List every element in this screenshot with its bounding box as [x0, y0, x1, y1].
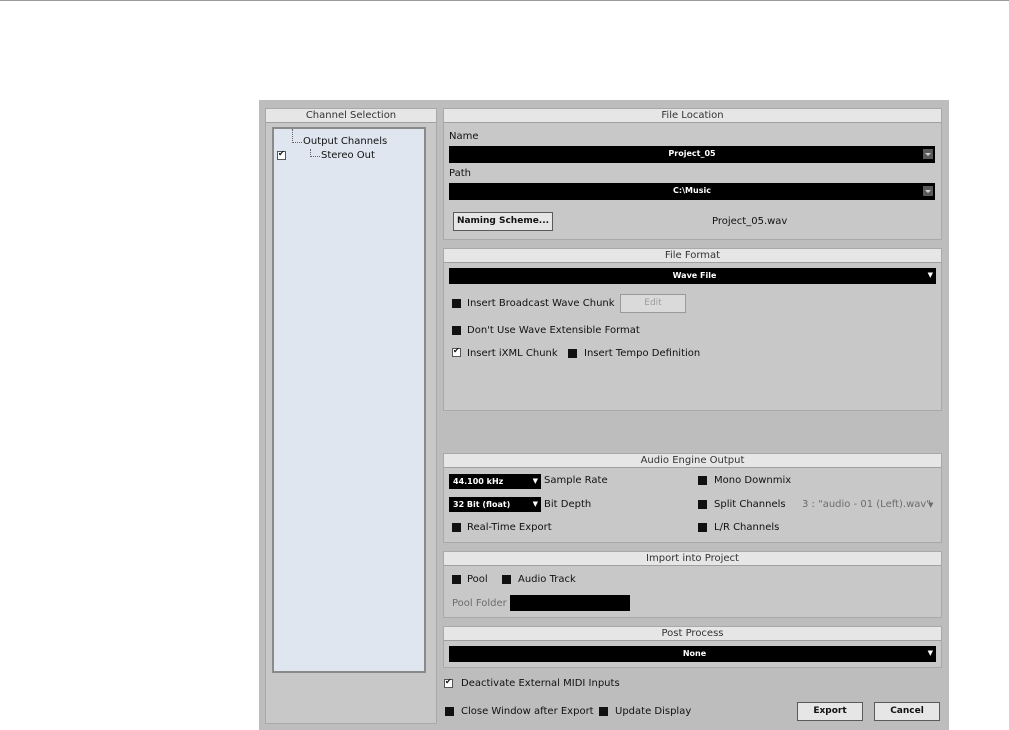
audio-track-checkbox[interactable] — [502, 575, 511, 584]
path-label: Path — [449, 168, 471, 179]
file-format-header: File Format — [444, 249, 941, 263]
real-time-export-checkbox[interactable] — [452, 523, 461, 532]
broadcast-wave-checkbox[interactable] — [452, 299, 461, 308]
deactivate-midi-label: Deactivate External MIDI Inputs — [461, 678, 620, 689]
channel-selection-header: Channel Selection — [266, 109, 436, 123]
pool-folder-label: Pool Folder — [452, 598, 507, 609]
file-location-pane: File Location Name Project_05 Path C:\Mu… — [443, 108, 942, 240]
naming-scheme-button[interactable]: Naming Scheme... — [453, 212, 553, 231]
cancel-button[interactable]: Cancel — [874, 702, 940, 721]
name-dropdown-icon[interactable] — [923, 149, 933, 159]
file-location-header: File Location — [444, 109, 941, 123]
audio-engine-output-pane: Audio Engine Output 44.100 kHz ▼ Sample … — [443, 453, 942, 543]
bit-depth-value: 32 Bit (float) — [453, 500, 511, 509]
export-button[interactable]: Export — [797, 702, 863, 721]
post-process-select[interactable]: None ▼ — [449, 646, 936, 662]
mono-downmix-checkbox[interactable] — [698, 476, 707, 485]
tempo-definition-checkbox[interactable] — [568, 349, 577, 358]
wave-extensible-checkbox[interactable] — [452, 326, 461, 335]
name-field-value: Project_05 — [668, 149, 716, 158]
split-channels-value[interactable]: 3 : "audio - 01 (Left).wav" — [802, 499, 931, 511]
ixml-chunk-label: Insert iXML Chunk — [467, 348, 558, 359]
lr-channels-label: L/R Channels — [714, 522, 780, 533]
file-format-pane: File Format Wave File ▼ Insert Broadcast… — [443, 248, 942, 411]
tempo-definition-label: Insert Tempo Definition — [584, 348, 701, 359]
tree-connector-root — [292, 129, 294, 143]
ixml-chunk-checkbox[interactable] — [452, 346, 461, 357]
post-process-value: None — [682, 649, 707, 658]
pool-checkbox[interactable] — [452, 575, 461, 584]
post-process-header: Post Process — [444, 627, 941, 641]
wave-extensible-label: Don't Use Wave Extensible Format — [467, 325, 640, 336]
post-process-dropdown-icon[interactable]: ▼ — [928, 646, 933, 661]
split-channels-dropdown-icon[interactable]: ▼ — [928, 499, 933, 511]
sample-rate-select[interactable]: 44.100 kHz ▼ — [449, 474, 541, 489]
bit-depth-dropdown-icon[interactable]: ▼ — [533, 497, 538, 512]
path-field[interactable]: C:\Music — [449, 183, 935, 200]
close-window-label: Close Window after Export — [461, 706, 594, 717]
audio-track-label: Audio Track — [518, 574, 576, 585]
top-divider — [0, 0, 1009, 1]
file-format-select[interactable]: Wave File ▼ — [449, 268, 936, 284]
deactivate-midi-checkbox[interactable] — [444, 677, 453, 688]
file-name-preview: Project_05.wav — [712, 216, 788, 227]
name-label: Name — [449, 131, 479, 142]
tree-connector-root-h — [292, 142, 302, 144]
split-channels-label: Split Channels — [714, 499, 786, 510]
pool-label: Pool — [467, 574, 488, 585]
file-format-value: Wave File — [672, 271, 717, 280]
sample-rate-dropdown-icon[interactable]: ▼ — [533, 474, 538, 489]
close-window-checkbox[interactable] — [445, 707, 454, 716]
channel-tree[interactable]: Output Channels Stereo Out — [272, 127, 426, 673]
tree-item-output-channels[interactable]: Output Channels — [303, 136, 387, 148]
export-audio-mixdown-dialog: Channel Selection Output Channels Stereo… — [259, 100, 949, 730]
split-channels-checkbox[interactable] — [698, 500, 707, 509]
channel-selection-pane: Channel Selection Output Channels Stereo… — [265, 108, 437, 724]
tree-connector-child-h — [310, 156, 320, 158]
stereo-out-checkbox[interactable] — [277, 149, 286, 160]
lr-channels-checkbox[interactable] — [698, 523, 707, 532]
name-field[interactable]: Project_05 — [449, 146, 935, 163]
edit-button[interactable]: Edit — [620, 294, 686, 313]
bit-depth-select[interactable]: 32 Bit (float) ▼ — [449, 497, 541, 512]
sample-rate-label: Sample Rate — [544, 475, 608, 486]
bit-depth-label: Bit Depth — [544, 499, 592, 510]
path-dropdown-icon[interactable] — [923, 186, 933, 196]
import-into-project-header: Import into Project — [444, 552, 941, 566]
sample-rate-value: 44.100 kHz — [453, 477, 504, 486]
real-time-export-label: Real-Time Export — [467, 522, 552, 533]
update-display-checkbox[interactable] — [599, 707, 608, 716]
mono-downmix-label: Mono Downmix — [714, 475, 792, 486]
post-process-pane: Post Process None ▼ — [443, 626, 942, 668]
pool-folder-field[interactable] — [510, 595, 630, 611]
tree-item-stereo-out[interactable]: Stereo Out — [321, 150, 375, 162]
import-into-project-pane: Import into Project Pool Audio Track Poo… — [443, 551, 942, 618]
update-display-label: Update Display — [615, 706, 692, 717]
file-format-dropdown-icon[interactable]: ▼ — [928, 268, 933, 283]
audio-engine-output-header: Audio Engine Output — [444, 454, 941, 468]
path-field-value: C:\Music — [673, 186, 711, 195]
broadcast-wave-label: Insert Broadcast Wave Chunk — [467, 298, 615, 309]
